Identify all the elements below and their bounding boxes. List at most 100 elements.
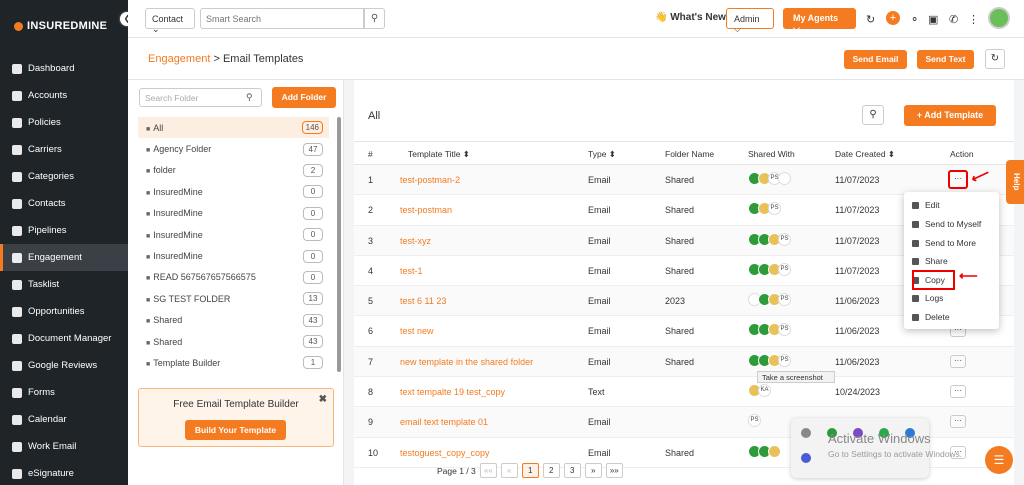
folder-item[interactable]: Template Builder 1 [138, 352, 329, 373]
sidebar-item-work-email[interactable]: Work Email [0, 433, 128, 460]
col-template-title[interactable]: Template Title ⬍ [408, 149, 470, 160]
menu-item-logs[interactable]: Logs [912, 293, 943, 303]
template-type: Text [588, 387, 605, 398]
folder-scrollbar[interactable] [337, 117, 341, 372]
search-icon[interactable]: ⚲ [862, 105, 884, 125]
search-icon[interactable]: ⚲ [246, 92, 253, 103]
folder-item[interactable]: InsuredMine 0 [138, 203, 329, 224]
folder-name: Shared [665, 205, 695, 216]
search-icon[interactable]: ⚲ [364, 8, 385, 29]
whats-new-link[interactable]: 👋 What's New [655, 12, 726, 23]
folder-item[interactable]: InsuredMine 0 [138, 181, 329, 202]
template-title-link[interactable]: test-1 [400, 266, 423, 276]
table-row[interactable]: 7 new template in the shared folder Email S… [354, 346, 1014, 378]
template-title-link[interactable]: testoguest_copy_copy [400, 448, 490, 458]
folder-item[interactable]: InsuredMine 0 [138, 224, 329, 245]
folder-search-input[interactable]: Search Folder [139, 88, 262, 107]
close-icon[interactable]: ✖ [319, 394, 327, 405]
apps-grid-icon[interactable]: ⋮ [968, 13, 979, 26]
user-avatar[interactable] [988, 7, 1010, 29]
sidebar-item-document-manager[interactable]: Document Manager [0, 325, 128, 352]
next-page-button[interactable]: » [584, 463, 602, 478]
sidebar-item-label: Google Reviews [28, 360, 98, 371]
first-page-button[interactable]: «« [479, 463, 497, 478]
folder-item[interactable]: InsuredMine 0 [138, 245, 329, 266]
sidebar-item-opportunities[interactable]: Opportunities [0, 298, 128, 325]
chat-icon[interactable]: ☰ [985, 446, 1013, 474]
avatar: PS [748, 414, 761, 428]
device-icon[interactable]: ▣ [928, 13, 938, 26]
help-tab[interactable]: Help [1006, 160, 1024, 204]
teams-icon[interactable] [801, 453, 811, 463]
my-agents-button[interactable]: My Agents ⌵ [783, 8, 856, 33]
sidebar-item-carriers[interactable]: Carriers [0, 136, 128, 163]
sidebar-item-engagement[interactable]: Engagement [0, 244, 128, 271]
folder-item[interactable]: Shared 43 [138, 331, 329, 352]
folder-item[interactable]: folder 2 [138, 160, 329, 181]
sidebar-item-pipelines[interactable]: Pipelines [0, 217, 128, 244]
folder-item[interactable]: READ 567567657566575 0 [138, 267, 329, 288]
sidebar-item-tasklist[interactable]: Tasklist [0, 271, 128, 298]
template-title-link[interactable]: test-xyz [400, 236, 431, 246]
template-title-link[interactable]: test new [400, 326, 434, 336]
col-date-created[interactable]: Date Created ⬍ [835, 149, 895, 160]
phone-icon[interactable]: ✆ [949, 13, 958, 26]
page-2-button[interactable]: 2 [542, 463, 560, 478]
avatar: PS [778, 232, 791, 246]
folder-item[interactable]: Shared 43 [138, 310, 329, 331]
menu-item-edit[interactable]: Edit [912, 200, 940, 210]
search-scope-select[interactable]: Contact ⌄ [145, 8, 195, 34]
template-title-link[interactable]: email text template 01 [400, 417, 488, 427]
sidebar-item-categories[interactable]: Categories [0, 163, 128, 190]
table-row[interactable]: 8 text tempalte 19 test_copy Text 10/24/202… [354, 377, 1014, 408]
quick-add-icon[interactable]: + [886, 11, 900, 25]
send-text-button[interactable]: Send Text [917, 50, 974, 69]
sidebar-item-google-reviews[interactable]: Google Reviews [0, 352, 128, 379]
sidebar-item-esignature[interactable]: eSignature [0, 460, 128, 485]
prev-page-button[interactable]: « [500, 463, 518, 478]
row-action-button[interactable]: ··· [948, 170, 968, 189]
folder-count-badge: 13 [303, 292, 323, 306]
col-type[interactable]: Type ⬍ [588, 149, 616, 160]
template-title-link[interactable]: new template in the shared folder [400, 357, 533, 367]
col-shared-with: Shared With [748, 149, 795, 159]
row-action-button[interactable]: ··· [950, 354, 966, 368]
cloud-icon[interactable] [801, 428, 811, 438]
template-title-link[interactable]: test 6 11 23 [400, 296, 446, 306]
date-created: 11/07/2023 [835, 205, 880, 216]
sidebar-item-calendar[interactable]: Calendar [0, 406, 128, 433]
page-1-button[interactable]: 1 [521, 463, 539, 478]
page-3-button[interactable]: 3 [563, 463, 581, 478]
menu-item-send-to-myself[interactable]: Send to Myself [912, 219, 981, 229]
sidebar-item-dashboard[interactable]: Dashboard [0, 55, 128, 82]
last-page-button[interactable]: »» [605, 463, 623, 478]
smart-search-input[interactable] [200, 8, 364, 29]
row-action-button[interactable]: ··· [950, 415, 966, 429]
folder-count-badge: 43 [303, 313, 323, 327]
send-email-button[interactable]: Send Email [844, 50, 907, 69]
add-template-button[interactable]: + Add Template [904, 105, 996, 126]
breadcrumb-engagement[interactable]: Engagement [148, 53, 210, 65]
refresh-icon[interactable]: ↻ [985, 49, 1005, 69]
table-row[interactable]: 1 test-postman-2 Email Shared 11/07/2023 PS ··… [354, 165, 1014, 196]
sync-icon[interactable]: ↻ [866, 13, 875, 26]
sidebar-item-accounts[interactable]: Accounts [0, 82, 128, 109]
template-title-link[interactable]: test-postman-2 [400, 175, 460, 185]
folder-item[interactable]: All 146 [138, 117, 329, 139]
admin-dropdown[interactable]: Admin ⌵ [726, 8, 774, 34]
notification-icon[interactable]: ⚬ [910, 13, 919, 26]
template-title-link[interactable]: text tempalte 19 test_copy [400, 387, 505, 397]
add-folder-button[interactable]: Add Folder [272, 87, 336, 108]
row-action-button[interactable]: ··· [950, 385, 966, 399]
sidebar-item-contacts[interactable]: Contacts [0, 190, 128, 217]
sidebar-item-forms[interactable]: Forms [0, 379, 128, 406]
menu-item-send-to-more[interactable]: Send to More [912, 238, 976, 248]
folder-item[interactable]: SG TEST FOLDER 13 [138, 288, 329, 309]
template-title-link[interactable]: test-postman [400, 205, 452, 215]
menu-item-share[interactable]: Share [912, 256, 948, 266]
sidebar-item-policies[interactable]: Policies [0, 109, 128, 136]
folder-item[interactable]: Agency Folder 47 [138, 138, 329, 159]
brand-logo[interactable]: INSUREDMINE [14, 20, 107, 32]
menu-item-delete[interactable]: Delete [912, 312, 950, 322]
build-template-button[interactable]: Build Your Template [185, 420, 286, 440]
